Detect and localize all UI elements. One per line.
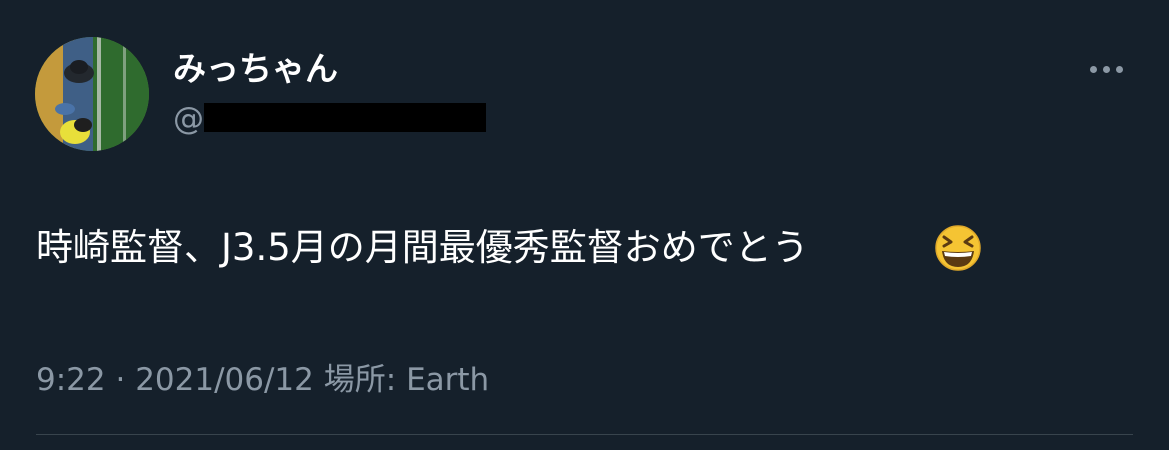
divider [36,434,1133,435]
user-handle[interactable]: @ [173,99,206,139]
more-horizontal-icon [1089,65,1097,73]
avatar-image [35,37,149,151]
tweet: みっちゃん @ 時崎監督、J3.5月の月間最優秀監督おめでとう 9:22 · 2… [0,0,1169,450]
more-horizontal-icon-dot [1102,65,1110,73]
grinning-squinting-face-icon [935,225,981,271]
tweet-time[interactable]: 9:22 [36,362,106,398]
meta-separator: · [115,362,126,398]
avatar[interactable] [35,37,149,151]
location-label: 場所: [323,362,397,398]
tweet-location[interactable]: Earth [406,362,489,398]
more-options-button[interactable] [1078,52,1134,86]
tweet-text: 時崎監督、J3.5月の月間最優秀監督おめでとう [36,226,809,269]
more-horizontal-icon-dot [1115,65,1123,73]
display-name[interactable]: みっちゃん [173,47,338,91]
tweet-date[interactable]: 2021/06/12 [135,362,314,398]
handle-prefix: @ [173,101,204,137]
redaction-bar [204,103,486,132]
tweet-metadata: 9:22 · 2021/06/12 場所: Earth [36,358,489,402]
